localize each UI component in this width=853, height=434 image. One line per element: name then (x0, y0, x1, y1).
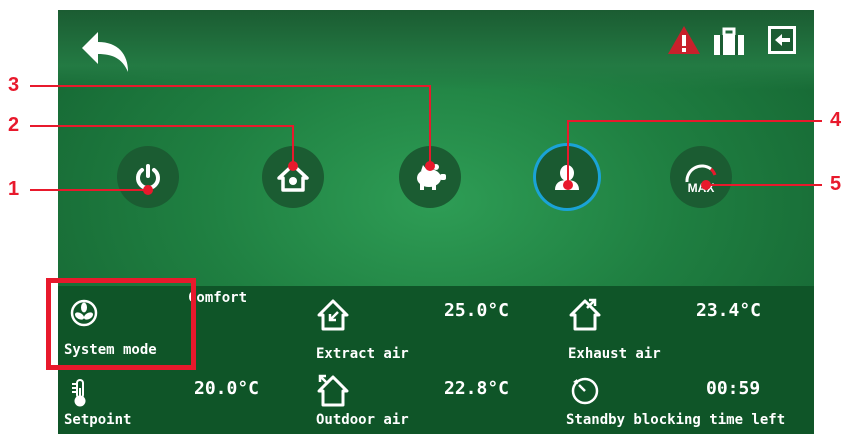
callout-4: 4 (830, 109, 842, 131)
mode-comfort-button[interactable] (536, 146, 598, 208)
setpoint-label: Setpoint (64, 412, 132, 428)
piggy-bank-icon (417, 164, 446, 190)
mode-off-button[interactable] (117, 146, 179, 208)
thermometer-icon (72, 379, 86, 407)
back-arrow-icon (82, 32, 128, 72)
callout-1: 1 (8, 178, 20, 200)
warning-triangle-icon[interactable] (666, 24, 702, 56)
briefcase-icon[interactable] (712, 26, 746, 58)
outdoor-air-value: 22.8°C (444, 378, 510, 399)
callout-5: 5 (830, 173, 842, 195)
house-extract-icon (317, 299, 349, 331)
outdoor-air-label: Outdoor air (316, 412, 409, 428)
home-icon (277, 163, 309, 192)
house-exhaust-icon (569, 298, 601, 331)
standby-value: 00:59 (706, 378, 761, 399)
extract-air-label: Extract air (316, 346, 409, 362)
mode-economy-button[interactable] (399, 146, 461, 208)
exhaust-air-label: Exhaust air (568, 346, 661, 362)
power-icon (136, 164, 160, 190)
mode-max-button[interactable]: MAX (670, 146, 732, 208)
exit-door-icon[interactable] (766, 24, 798, 56)
house-outdoor-icon (317, 374, 349, 407)
system-mode-highlight (46, 278, 196, 370)
device-screen: MAX System mode Comfort Extract air 25.0… (58, 10, 814, 434)
max-gauge-icon: MAX (685, 164, 717, 194)
callout-3: 3 (8, 74, 20, 96)
back-button[interactable] (76, 26, 136, 76)
exhaust-air-value: 23.4°C (696, 300, 762, 321)
timer-icon (571, 377, 599, 405)
standby-label: Standby blocking time left (566, 412, 786, 428)
max-label: MAX (688, 181, 715, 194)
system-mode-value: Comfort (188, 290, 248, 306)
callout-2: 2 (8, 114, 20, 136)
mode-home-button[interactable] (262, 146, 324, 208)
setpoint-value: 20.0°C (194, 378, 260, 399)
person-icon (555, 165, 579, 190)
extract-air-value: 25.0°C (444, 300, 510, 321)
